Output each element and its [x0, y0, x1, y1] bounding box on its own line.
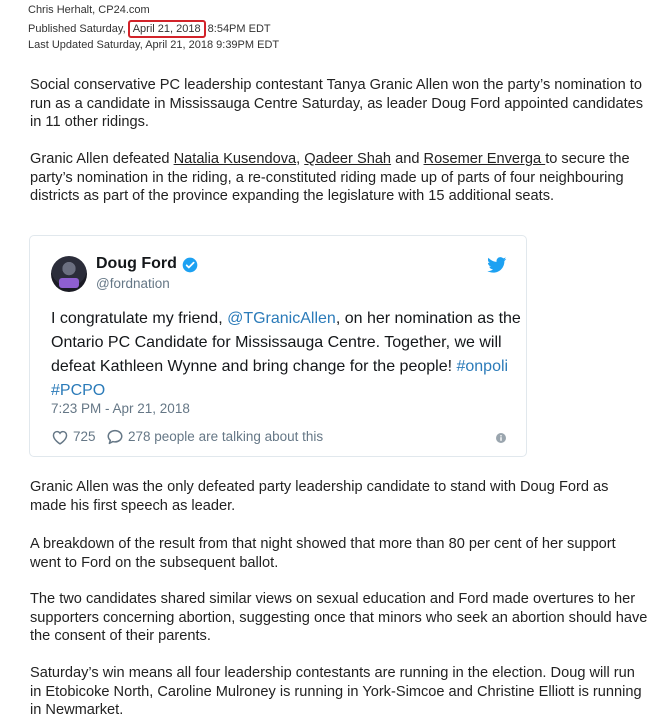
- tweet-mention-link[interactable]: @TGranicAllen: [227, 310, 336, 327]
- like-count[interactable]: 725: [73, 429, 96, 444]
- link-natalia-kusendova[interactable]: Natalia Kusendova: [174, 151, 297, 167]
- tweet-author-handle[interactable]: @fordnation: [96, 276, 170, 291]
- paragraph-3: Granic Allen was the only defeated party…: [30, 479, 609, 514]
- published-date-highlight: April 21, 2018: [127, 20, 206, 38]
- talking-count[interactable]: 278 people are talking about this: [128, 429, 323, 444]
- info-icon[interactable]: [496, 433, 506, 443]
- paragraph-6: Saturday’s win means all four leadership…: [30, 665, 642, 718]
- twitter-bird-icon[interactable]: [487, 257, 507, 273]
- link-rosemer-enverga[interactable]: Rosemer Enverga: [424, 151, 546, 167]
- published-line: Published Saturday, April 21, 2018 8:54P…: [28, 20, 271, 38]
- paragraph-1: Social conservative PC leadership contes…: [30, 77, 644, 130]
- paragraph-2-text-c: and: [391, 151, 424, 167]
- byline: Chris Herhalt, CP24.com: [28, 4, 150, 16]
- verified-badge-icon: [182, 257, 198, 273]
- published-time: 8:54PM EDT: [204, 23, 271, 35]
- paragraph-2: Granic Allen defeated Natalia Kusendova,…: [30, 150, 648, 206]
- comment-bubble-icon[interactable]: [106, 428, 124, 446]
- paragraph-5: The two candidates shared similar views …: [30, 591, 648, 644]
- link-qadeer-shah[interactable]: Qadeer Shah: [304, 151, 391, 167]
- tweet-author-name[interactable]: Doug Ford: [96, 255, 177, 273]
- avatar[interactable]: [51, 256, 87, 292]
- paragraph-4: A breakdown of the result from that nigh…: [30, 536, 616, 571]
- last-updated-line: Last Updated Saturday, April 21, 2018 9:…: [28, 39, 280, 51]
- tweet-text: I congratulate my friend, @TGranicAllen,…: [51, 307, 521, 403]
- heart-icon[interactable]: [51, 429, 69, 445]
- published-prefix: Published Saturday,: [28, 23, 129, 35]
- tweet-timestamp[interactable]: 7:23 PM - Apr 21, 2018: [51, 401, 190, 416]
- tweet-text-a: I congratulate my friend,: [51, 310, 228, 327]
- embedded-tweet[interactable]: Doug Ford @fordnation I congratulate my …: [29, 235, 527, 457]
- paragraph-2-text-a: Granic Allen defeated: [30, 151, 174, 167]
